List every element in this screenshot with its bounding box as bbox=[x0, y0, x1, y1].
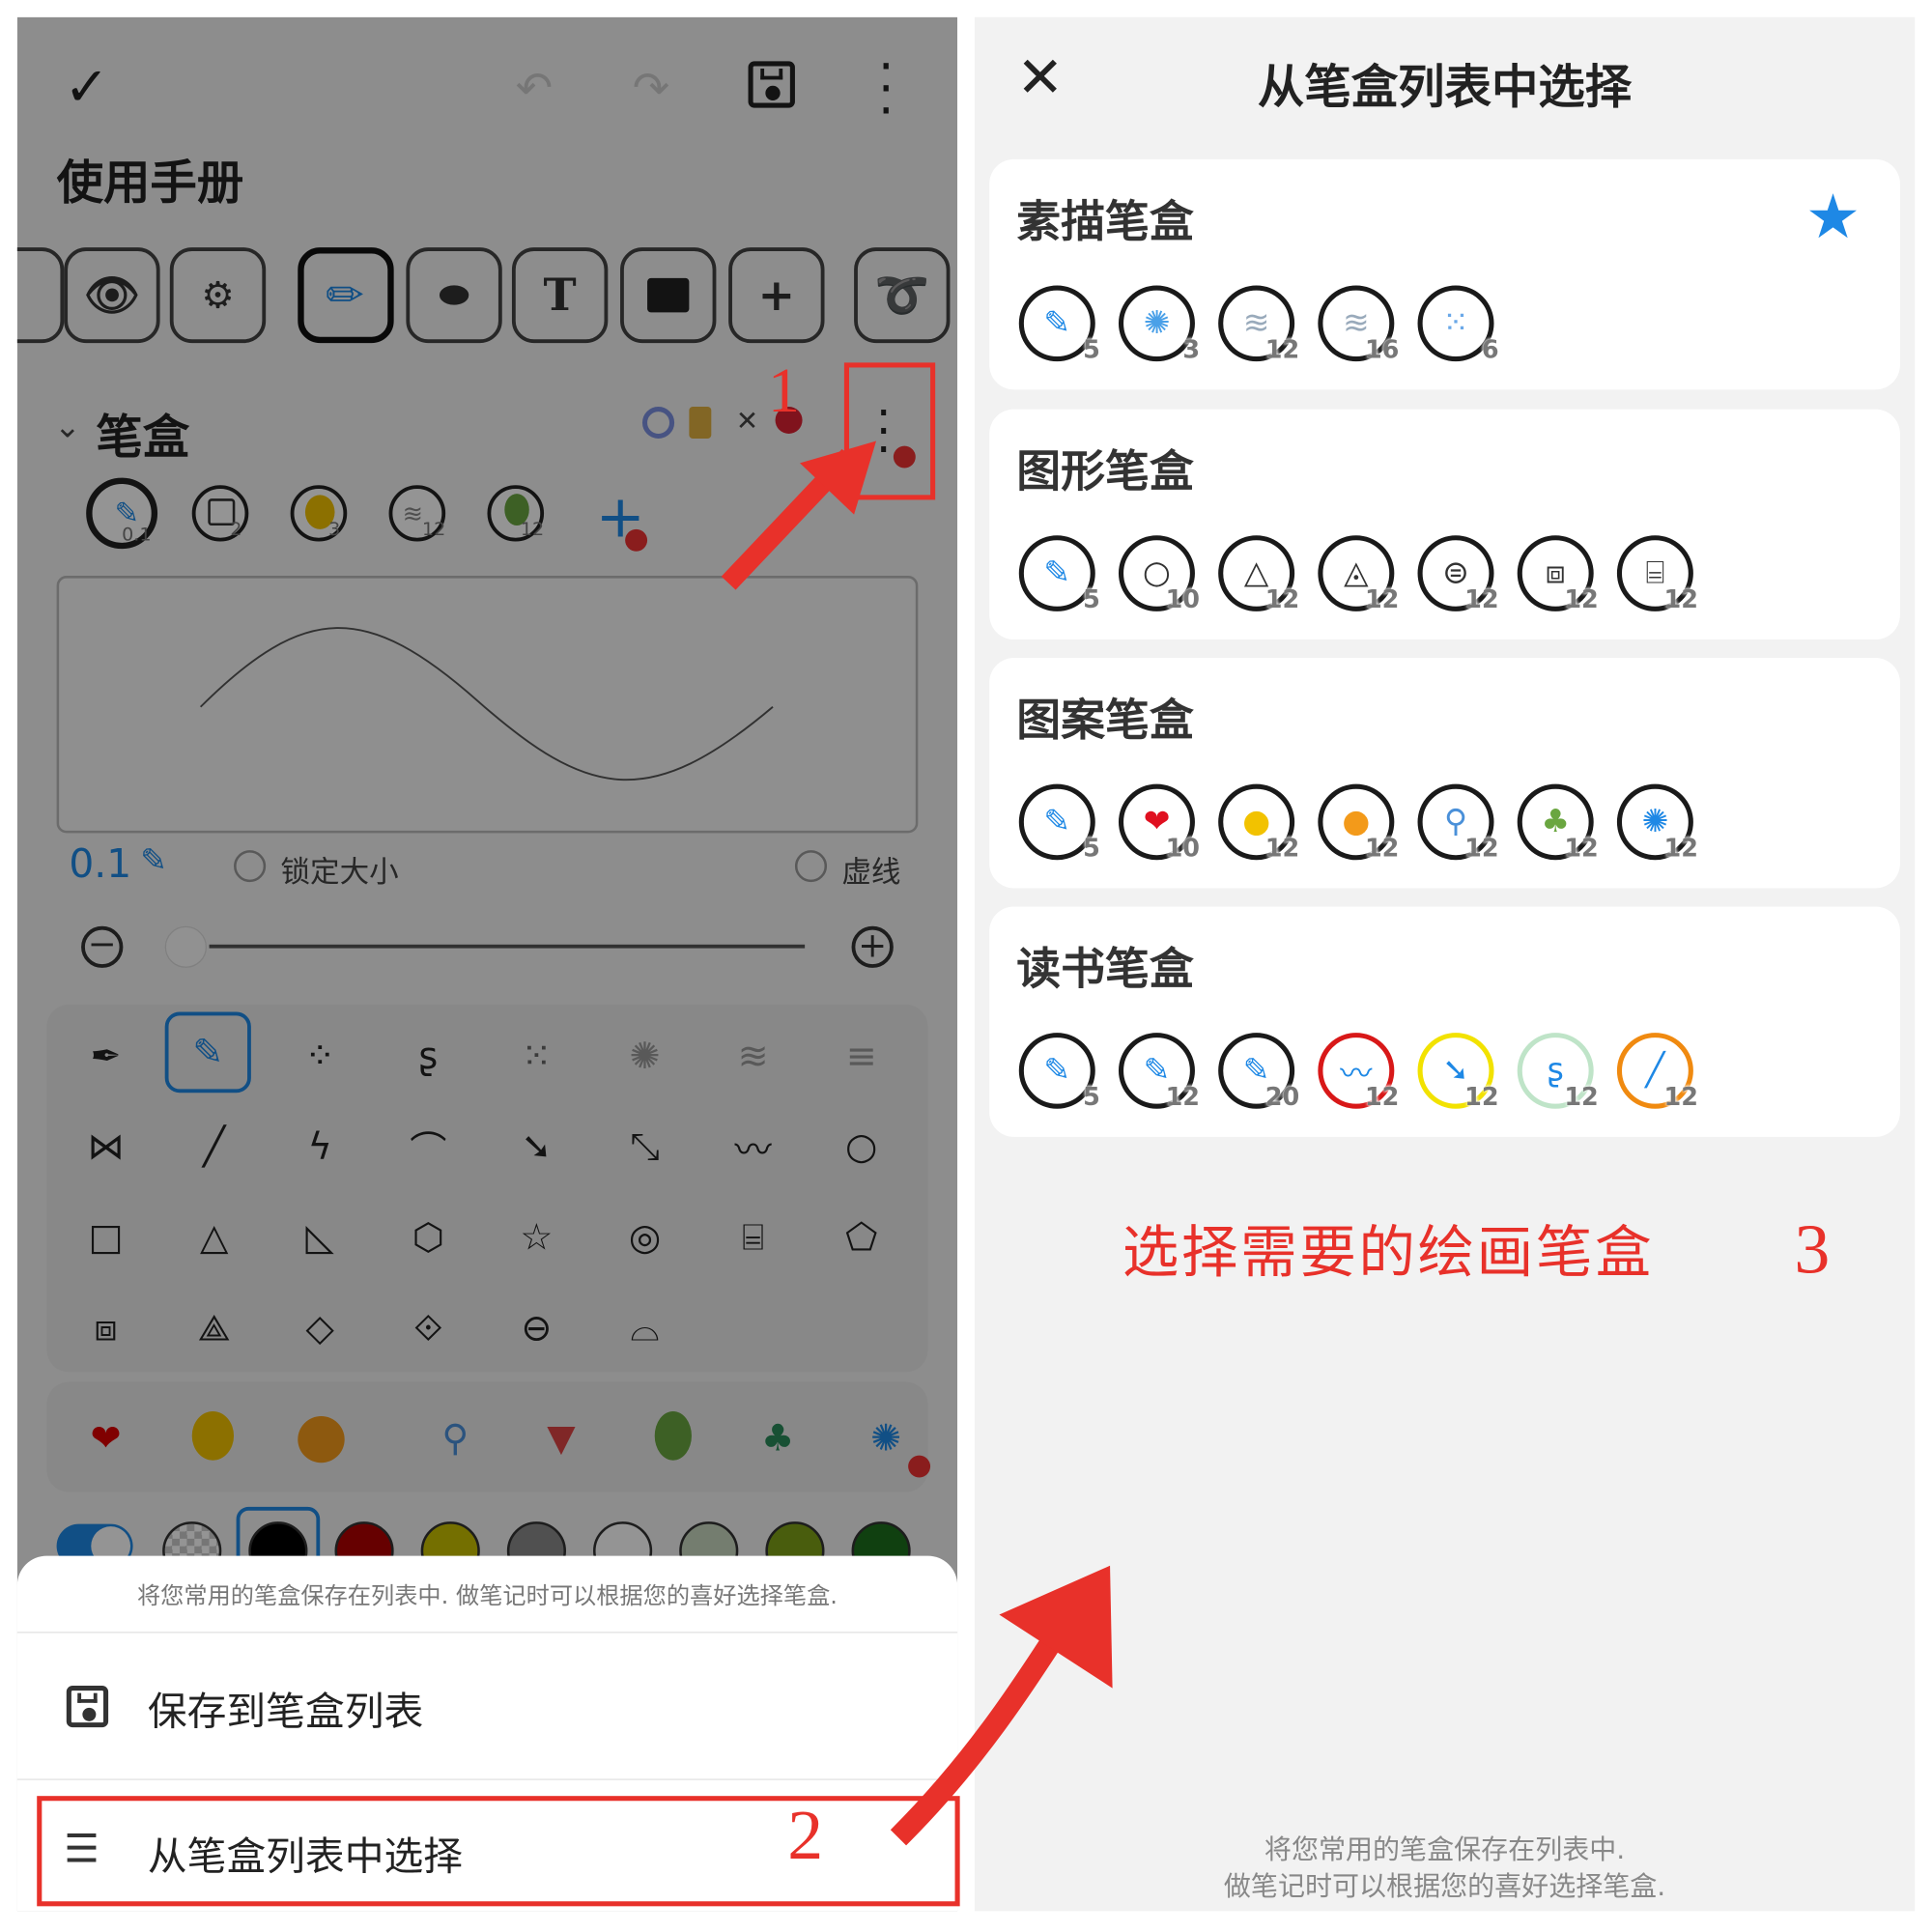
arrow-2-head bbox=[999, 1565, 1113, 1689]
screenshot-stage: ✓ ↶ ↷ · · · 使用手册 👁 ⚙ ✎ ⬬ T + ➰ ⌄ 笔盒 ✕ · · · … bbox=[0, 0, 1932, 1932]
annotation-arrows bbox=[721, 440, 1113, 1846]
